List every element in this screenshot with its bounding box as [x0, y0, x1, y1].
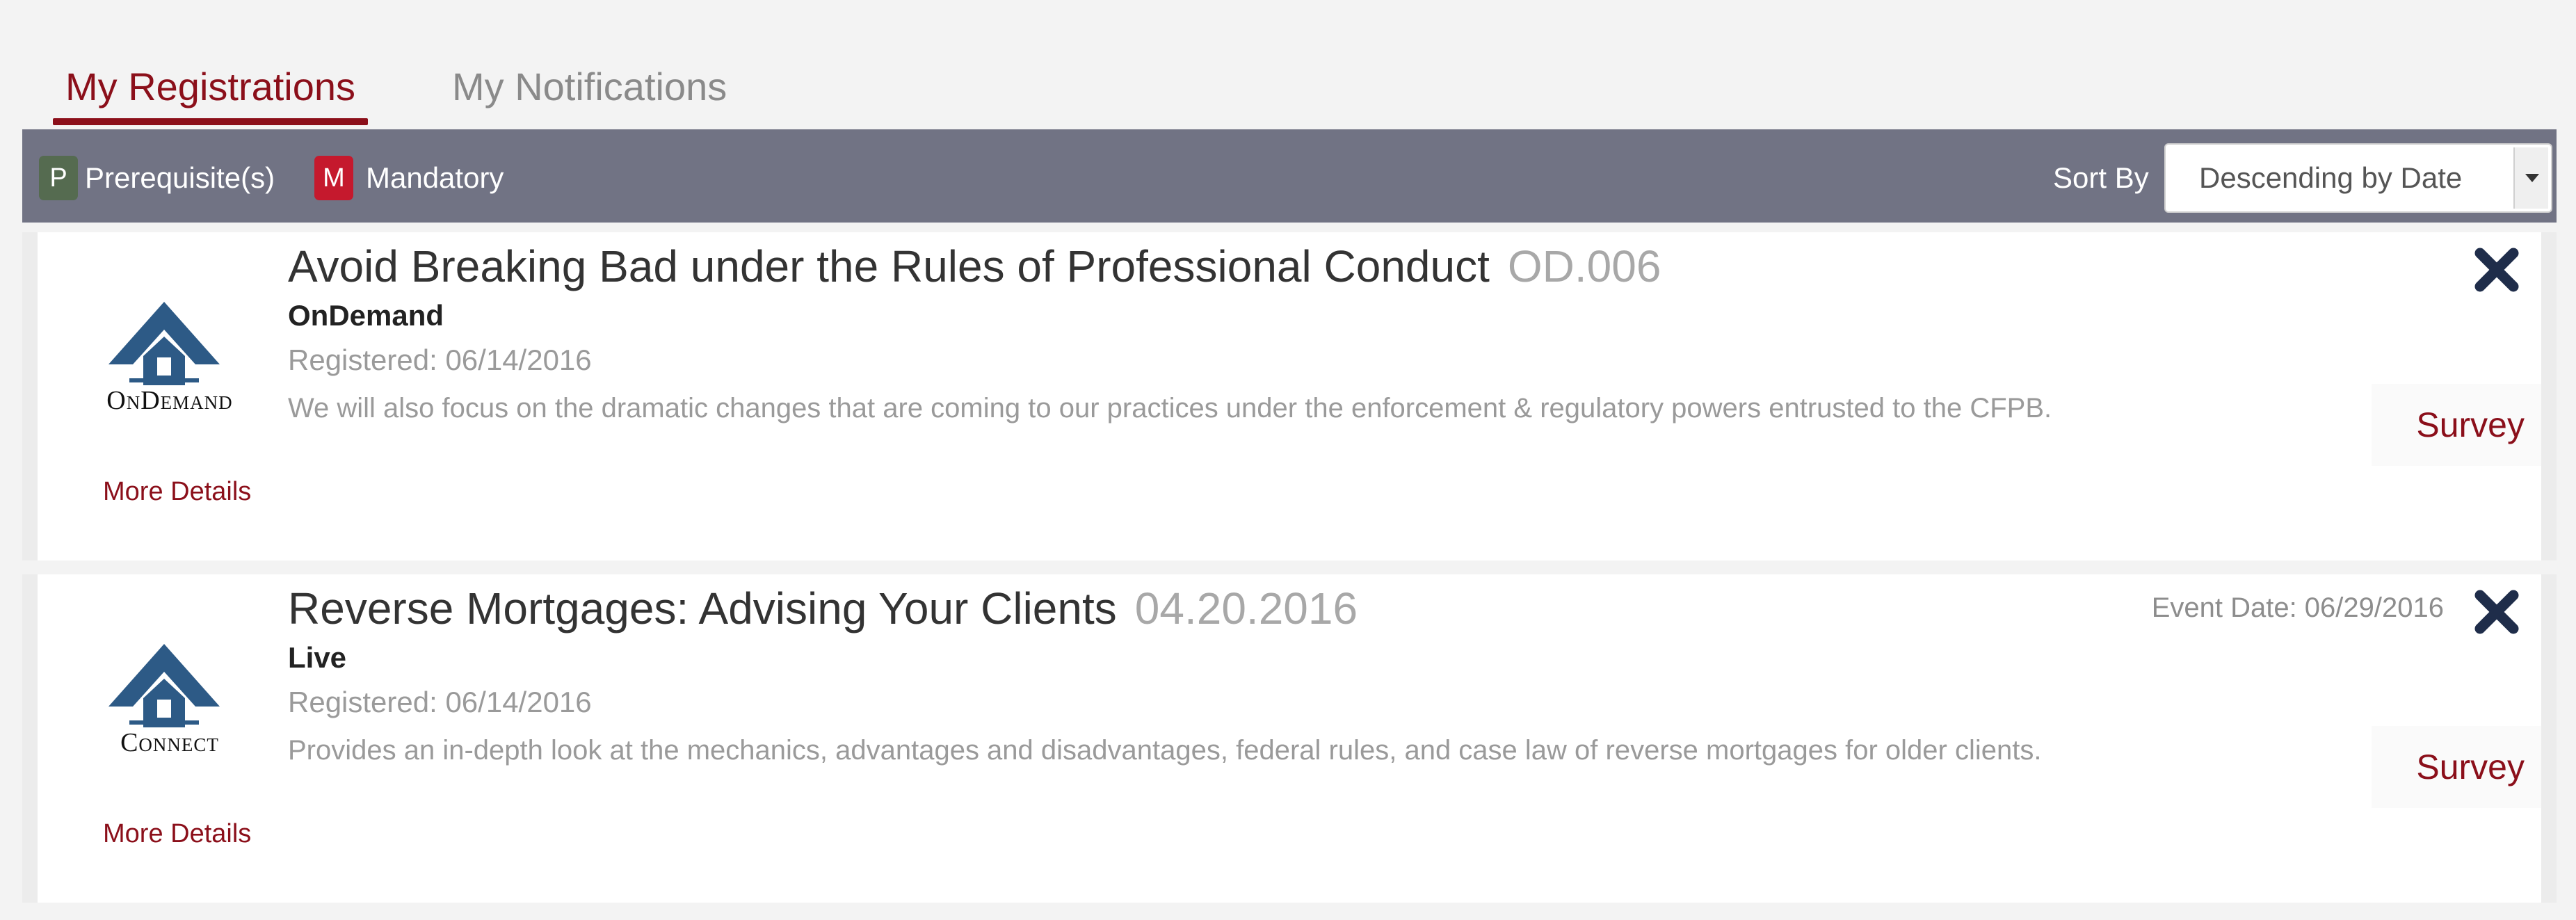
chevron-down-icon[interactable]: [2513, 147, 2548, 209]
course-description: Provides an in-depth look at the mechani…: [288, 735, 2042, 766]
course-title-text: Reverse Mortgages: Advising Your Clients: [288, 583, 1117, 633]
filter-toolbar: P Prerequisite(s) M Mandatory Sort By De…: [22, 129, 2557, 223]
course-type: Live: [288, 641, 347, 674]
survey-link[interactable]: Survey: [2416, 726, 2525, 808]
sort-by-label: Sort By: [2053, 161, 2149, 194]
course-code: 04.20.2016: [1134, 583, 1358, 633]
course-title: Reverse Mortgages: Advising Your Clients…: [288, 583, 1358, 634]
more-details-link[interactable]: More Details: [103, 819, 251, 849]
mandatory-badge: M: [314, 156, 353, 200]
course-type: OnDemand: [288, 299, 444, 332]
course-code: OD.006: [1507, 241, 1661, 291]
tab-my-notifications[interactable]: My Notifications: [452, 58, 727, 125]
survey-link[interactable]: Survey: [2416, 384, 2525, 466]
registration-card: Connect More Details Reverse Mortgages: …: [22, 574, 2557, 903]
close-icon[interactable]: [2470, 586, 2523, 638]
logo-caption: Connect: [120, 728, 219, 757]
prerequisite-badge: P: [39, 156, 78, 200]
registered-date: Registered: 06/14/2016: [288, 344, 592, 376]
course-title: Avoid Breaking Bad under the Rules of Pr…: [288, 241, 1661, 292]
survey-container: Survey: [2372, 384, 2541, 466]
prerequisite-label: Prerequisite(s): [85, 161, 275, 194]
survey-container: Survey: [2372, 726, 2541, 808]
sort-selected-value: Descending by Date: [2199, 161, 2463, 194]
event-date: Event Date: 06/29/2016: [2151, 592, 2444, 623]
course-title-text: Avoid Breaking Bad under the Rules of Pr…: [288, 241, 1490, 291]
tab-my-registrations[interactable]: My Registrations: [52, 58, 369, 125]
registered-date: Registered: 06/14/2016: [288, 686, 592, 718]
registration-card: OnDemand More Details Avoid Breaking Bad…: [22, 232, 2557, 560]
course-description: We will also focus on the dramatic chang…: [288, 393, 2052, 423]
logo-caption: OnDemand: [106, 386, 233, 415]
more-details-link[interactable]: More Details: [103, 477, 251, 507]
sort-select[interactable]: Descending by Date: [2164, 143, 2552, 213]
close-icon[interactable]: [2470, 243, 2523, 296]
mandatory-label: Mandatory: [366, 161, 504, 194]
